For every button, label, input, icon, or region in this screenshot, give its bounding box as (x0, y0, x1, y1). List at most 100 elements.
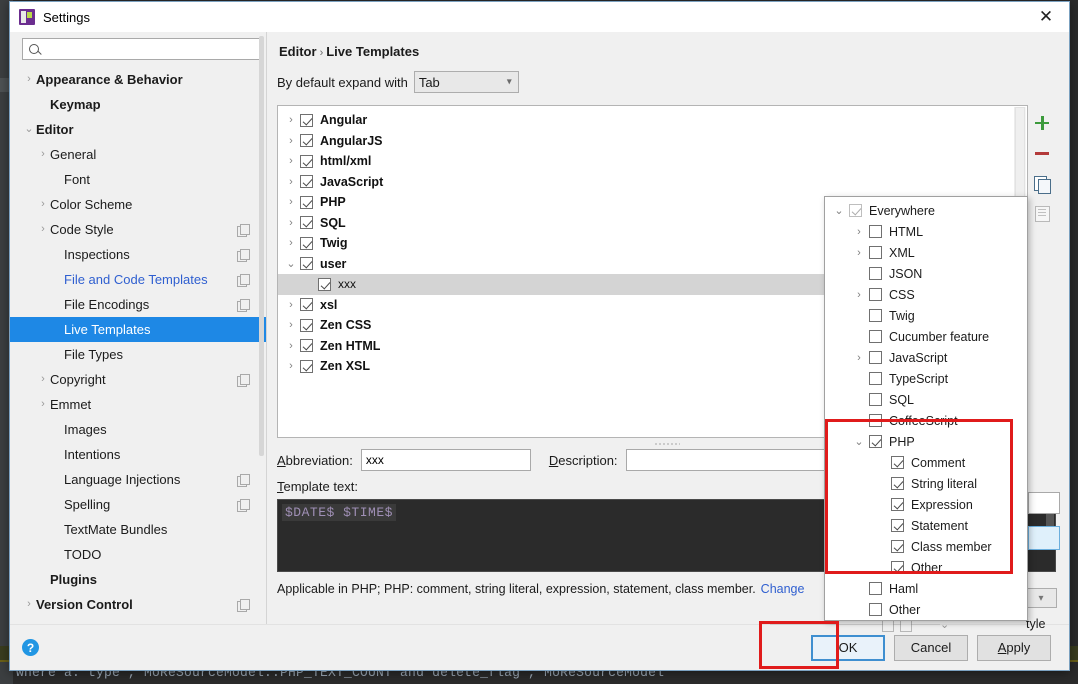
context-option-checkbox[interactable] (869, 372, 882, 385)
sidebar-item-general[interactable]: › General (10, 142, 267, 167)
template-group-row[interactable]: › JavaScript (278, 172, 1027, 193)
template-group-checkbox[interactable] (300, 298, 313, 312)
copy-settings-icon[interactable] (237, 598, 250, 612)
context-option-row[interactable]: Other (825, 599, 1027, 620)
copy-settings-icon[interactable] (237, 298, 250, 312)
chevron-right-icon[interactable]: › (282, 340, 300, 352)
sidebar-item-keymap[interactable]: Keymap (10, 92, 267, 117)
help-icon[interactable]: ? (22, 639, 39, 656)
chevron-right-icon[interactable]: › (282, 319, 300, 331)
context-option-row[interactable]: Comment (825, 452, 1027, 473)
context-option-checkbox[interactable] (869, 414, 882, 427)
context-option-checkbox[interactable] (869, 603, 882, 616)
hidden-select-behind-popup[interactable]: ▾ (1025, 588, 1057, 608)
context-option-row[interactable]: SQL (825, 389, 1027, 410)
chevron-right-icon[interactable]: › (849, 226, 869, 238)
context-option-row[interactable]: Cucumber feature (825, 326, 1027, 347)
chevron-right-icon[interactable]: › (36, 199, 50, 210)
chevron-right-icon[interactable]: › (282, 360, 300, 372)
list-icon[interactable] (1032, 203, 1052, 223)
expand-with-select[interactable]: Tab ▾ (413, 71, 519, 93)
sidebar-item-intentions[interactable]: Intentions (10, 442, 267, 467)
template-group-checkbox[interactable] (300, 113, 313, 127)
sidebar-item-font[interactable]: Font (10, 167, 267, 192)
description-input[interactable] (625, 449, 856, 471)
hidden-focused-input-behind-popup[interactable] (1028, 526, 1060, 550)
hidden-checkbox-behind-popup[interactable] (882, 620, 912, 632)
sidebar-item-todo[interactable]: TODO (10, 542, 267, 567)
chevron-right-icon[interactable]: › (849, 247, 869, 259)
duplicate-icon[interactable] (1032, 173, 1052, 194)
sidebar-item-editor[interactable]: ⌄ Editor (10, 117, 267, 142)
sidebar-item-spelling[interactable]: Spelling (10, 492, 267, 517)
context-selection-popup[interactable]: ⌄ Everywhere › HTML › XML JSON › CSS Twig Cucumber… (824, 196, 1028, 621)
context-option-checkbox[interactable] (869, 288, 882, 301)
apply-button[interactable]: Apply (977, 634, 1051, 661)
context-option-checkbox[interactable] (869, 582, 882, 595)
settings-category-tree[interactable]: › Appearance & Behavior Keymap ⌄ Editor › Gene… (10, 64, 267, 624)
sidebar-item-live-templates[interactable]: Live Templates (10, 317, 267, 342)
chevron-down-icon[interactable]: ⌄ (22, 124, 36, 135)
sidebar-item-plugins[interactable]: Plugins (10, 567, 267, 592)
context-option-row[interactable]: JSON (825, 263, 1027, 284)
breadcrumb-root[interactable]: Editor (279, 44, 317, 59)
context-option-row[interactable]: › JavaScript (825, 347, 1027, 368)
template-group-checkbox[interactable] (300, 339, 313, 353)
copy-settings-icon[interactable] (237, 373, 250, 387)
context-option-row[interactable]: Expression (825, 494, 1027, 515)
chevron-right-icon[interactable]: › (36, 374, 50, 385)
copy-settings-icon[interactable] (237, 498, 250, 512)
context-option-checkbox[interactable] (891, 456, 904, 469)
search-box[interactable] (22, 38, 261, 60)
chevron-right-icon[interactable]: › (282, 135, 300, 147)
template-group-checkbox[interactable] (300, 318, 313, 332)
context-option-checkbox[interactable] (849, 204, 862, 217)
sidebar-item-file-encodings[interactable]: File Encodings (10, 292, 267, 317)
template-group-checkbox[interactable] (300, 154, 313, 168)
sidebar-item-color-scheme[interactable]: › Color Scheme (10, 192, 267, 217)
chevron-right-icon[interactable]: › (282, 299, 300, 311)
cancel-button[interactable]: Cancel (894, 634, 968, 661)
context-option-row[interactable]: › XML (825, 242, 1027, 263)
context-option-checkbox[interactable] (869, 267, 882, 280)
chevron-right-icon[interactable]: › (36, 399, 50, 410)
chevron-down-icon[interactable]: ⌄ (849, 435, 869, 448)
context-option-checkbox[interactable] (891, 498, 904, 511)
abbreviation-input[interactable] (360, 449, 531, 471)
context-option-checkbox[interactable] (869, 393, 882, 406)
context-option-row[interactable]: CoffeeScript (825, 410, 1027, 431)
sidebar-item-language-injections[interactable]: Language Injections (10, 467, 267, 492)
chevron-right-icon[interactable]: › (282, 196, 300, 208)
sidebar-item-file-types[interactable]: File Types (10, 342, 267, 367)
chevron-right-icon[interactable]: › (282, 114, 300, 126)
sidebar-item-code-style[interactable]: › Code Style (10, 217, 267, 242)
context-option-checkbox[interactable] (891, 561, 904, 574)
context-option-row[interactable]: › HTML (825, 221, 1027, 242)
context-option-checkbox[interactable] (869, 351, 882, 364)
chevron-right-icon[interactable]: › (849, 352, 869, 364)
context-option-row[interactable]: Twig (825, 305, 1027, 326)
chevron-right-icon[interactable]: › (36, 224, 50, 235)
close-icon[interactable]: ✕ (1023, 2, 1069, 32)
template-group-checkbox[interactable] (300, 236, 313, 250)
template-group-checkbox[interactable] (300, 134, 313, 148)
template-group-checkbox[interactable] (300, 257, 313, 271)
sidebar-item-directories[interactable]: Directories (10, 617, 267, 624)
template-group-checkbox[interactable] (300, 359, 313, 373)
sidebar-item-file-and-code-templates[interactable]: File and Code Templates (10, 267, 267, 292)
context-option-checkbox[interactable] (869, 246, 882, 259)
chevron-right-icon[interactable]: › (849, 289, 869, 301)
chevron-right-icon[interactable]: › (282, 155, 300, 167)
sidebar-item-inspections[interactable]: Inspections (10, 242, 267, 267)
sidebar-item-copyright[interactable]: › Copyright (10, 367, 267, 392)
chevron-right-icon[interactable]: › (36, 149, 50, 160)
sidebar-item-emmet[interactable]: › Emmet (10, 392, 267, 417)
template-group-row[interactable]: › AngularJS (278, 131, 1027, 152)
context-option-checkbox[interactable] (891, 519, 904, 532)
sidebar-scrollbar-thumb[interactable] (259, 36, 264, 456)
template-group-row[interactable]: › Angular (278, 110, 1027, 131)
ok-button[interactable]: OK (811, 634, 885, 661)
context-option-row[interactable]: Statement (825, 515, 1027, 536)
change-context-link[interactable]: Change (761, 582, 805, 596)
context-option-checkbox[interactable] (869, 225, 882, 238)
